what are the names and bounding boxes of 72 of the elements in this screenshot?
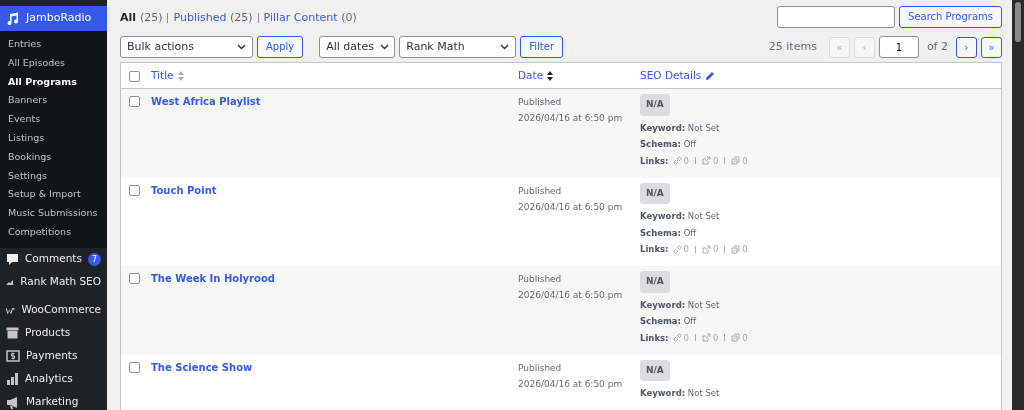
post-date: 2026/04/16 at 6:50 pm [518, 289, 624, 302]
seo-score-badge: N/A [640, 359, 670, 381]
post-title-link[interactable]: West Africa Playlist [151, 96, 261, 107]
page-total: of 2 [926, 38, 948, 55]
link-count: 0 [712, 154, 719, 168]
post-status: Published [518, 273, 563, 286]
focus-keyword-text: Keyword: Not Set [640, 121, 721, 135]
link-count: 0 [712, 243, 719, 256]
item-count: 25 items [768, 38, 817, 55]
menu-item[interactable]: Products [0, 321, 107, 345]
schema-text: Schema: Off [640, 138, 698, 151]
post-date: 2026/04/16 at 6:50 pm [518, 200, 624, 214]
link-count: 0 [683, 243, 689, 256]
view-filter-link[interactable]: Published (25) [173, 10, 253, 27]
focus-keyword-text: Keyword: Not Set [640, 210, 721, 223]
column-header-link[interactable]: Date [518, 67, 544, 84]
link-count: 0 [742, 243, 748, 256]
submenu-item[interactable]: Setup & Import [0, 185, 107, 205]
submenu-item[interactable]: Banners [0, 91, 107, 111]
links-label: Links: [640, 154, 669, 168]
date-filter-dropdown[interactable]: All dates [319, 36, 396, 58]
menu-item[interactable]: Payments [0, 344, 107, 368]
focus-keyword-text: Keyword: Not Set [640, 298, 721, 312]
submenu-item[interactable]: Competitions [0, 222, 107, 242]
post-status: Published [518, 184, 563, 198]
search-button[interactable]: Search Programs [899, 6, 1002, 28]
submenu-item[interactable]: Bookings [0, 147, 107, 167]
submenu-item[interactable]: Events [0, 110, 107, 129]
column-header-link[interactable]: SEO Details [640, 67, 702, 84]
column-header-link[interactable]: Title [151, 67, 174, 84]
next-page-button[interactable]: › [956, 36, 977, 58]
view-filter-link[interactable]: All (25) [120, 10, 163, 27]
view-filter-link[interactable]: Pillar Content (0) [263, 10, 357, 27]
menu-item[interactable]: Rank Math SEO [0, 270, 107, 294]
post-title-link[interactable]: Touch Point [151, 184, 217, 196]
link-count: 0 [742, 331, 748, 345]
link-count: 0 [742, 154, 748, 168]
links-label: Links: [640, 331, 669, 345]
seo-score-badge: N/A [640, 182, 670, 204]
post-status: Published [518, 96, 563, 109]
schema-text: Schema: Off [640, 315, 698, 328]
post-title-link[interactable]: The Week In Holyrood [151, 273, 275, 284]
submenu-item[interactable]: Music Submissions [0, 204, 107, 223]
seo-filter-dropdown[interactable]: Rank Math [399, 36, 517, 58]
submenu-item[interactable]: All Episodes [0, 53, 107, 73]
post-date: 2026/04/16 at 6:50 pm [518, 377, 624, 391]
links-label: Links: [640, 243, 669, 256]
submenu-item[interactable]: Listings [0, 129, 107, 148]
menu-item[interactable]: Analytics [0, 367, 107, 391]
page-number-field[interactable]: 1 [878, 36, 919, 58]
count-badge: 7 [87, 252, 101, 266]
post-status: Published [518, 361, 563, 375]
apply-button[interactable]: Apply [257, 36, 304, 58]
bulk-actions-dropdown[interactable]: Bulk actions [120, 36, 253, 58]
submenu-item[interactable]: Settings [0, 166, 107, 186]
submenu-item[interactable]: All Programs [0, 72, 107, 92]
menu-item[interactable]: Marketing [0, 390, 107, 410]
link-count: 0 [712, 331, 719, 345]
seo-score-badge: N/A [640, 271, 670, 293]
link-count: 0 [683, 154, 689, 168]
link-count: 0 [683, 331, 689, 345]
menu-item[interactable]: WooCommerce [0, 298, 107, 322]
menu-item-current[interactable]: JamboRadio [0, 6, 107, 31]
schema-text: Schema: Off [640, 226, 698, 240]
last-page-button[interactable]: » [981, 36, 1002, 58]
post-title-link[interactable]: The Science Show [151, 361, 253, 373]
filter-button[interactable]: Filter [520, 36, 563, 58]
menu-item[interactable]: Comments 7 [0, 247, 107, 271]
submenu-item[interactable]: Entries [0, 35, 107, 54]
focus-keyword-text: Keyword: Not Set [640, 387, 721, 400]
post-date: 2026/04/16 at 6:50 pm [518, 112, 624, 125]
seo-score-badge: N/A [640, 94, 670, 116]
